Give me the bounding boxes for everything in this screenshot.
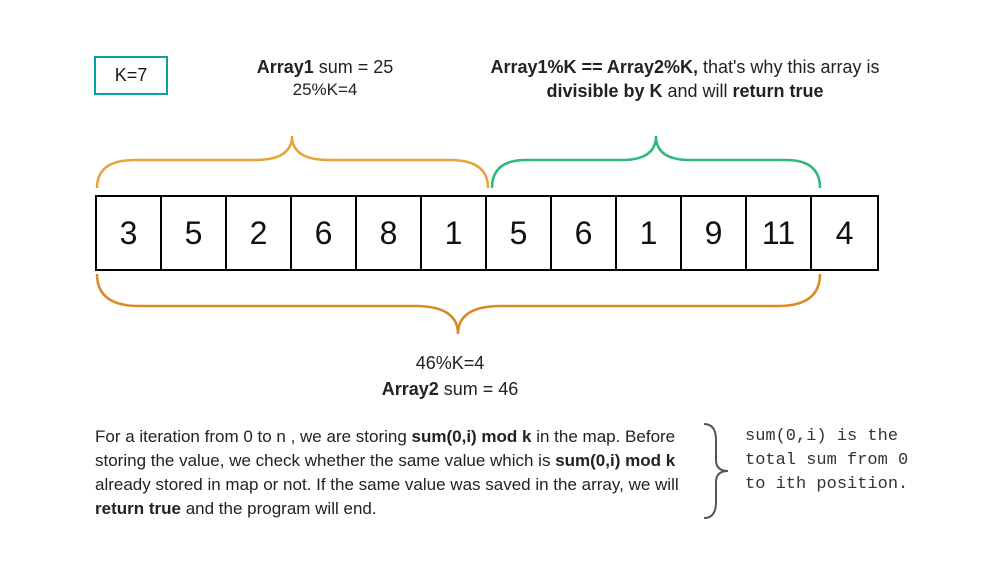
mod-equality-phrase-1: that's why this array is xyxy=(698,57,880,77)
array-row: 3 5 2 6 8 1 5 6 1 9 11 4 xyxy=(95,195,879,271)
array-cell: 1 xyxy=(617,197,682,269)
explain-part: already stored in map or not. If the sam… xyxy=(95,475,679,494)
array1-mod-text: 25%K=4 xyxy=(195,79,455,102)
explain-part: and the program will end. xyxy=(181,499,377,518)
brace-top-array2-segment xyxy=(490,130,822,190)
sidenote-sum-definition: sum(0,i) is the total sum from 0 to ith … xyxy=(745,425,935,497)
mod-equality-expr: Array1%K == Array2%K, xyxy=(491,57,698,77)
array1-sum-text: sum = 25 xyxy=(314,57,394,77)
k-value-box: K=7 xyxy=(94,56,168,95)
return-true-label: return true xyxy=(733,81,824,101)
array2-sum-text: sum = 46 xyxy=(439,379,519,399)
array2-mod-text: 46%K=4 xyxy=(260,350,640,376)
array-cell: 5 xyxy=(162,197,227,269)
modulo-equality-annotation: Array1%K == Array2%K, that's why this ar… xyxy=(470,55,900,104)
brace-top-array1 xyxy=(95,130,490,190)
array-cell: 4 xyxy=(812,197,877,269)
array2-sum-annotation: 46%K=4 Array2 sum = 46 xyxy=(260,350,640,402)
array-cell: 11 xyxy=(747,197,812,269)
brace-sidenote xyxy=(700,422,734,520)
divisible-by-k-label: divisible by K xyxy=(546,81,662,101)
explain-sum-mod-1: sum(0,i) mod k xyxy=(412,427,532,446)
explanation-paragraph: For a iteration from 0 to n , we are sto… xyxy=(95,425,685,522)
explain-return-true: return true xyxy=(95,499,181,518)
explain-sum-mod-2: sum(0,i) mod k xyxy=(555,451,675,470)
array2-label: Array2 xyxy=(382,379,439,399)
array1-label: Array1 xyxy=(257,57,314,77)
array-cell: 6 xyxy=(292,197,357,269)
k-value-label: K=7 xyxy=(115,65,148,86)
array-cell: 6 xyxy=(552,197,617,269)
mod-equality-phrase-2: and will xyxy=(663,81,733,101)
explain-part: For a iteration from 0 to n , we are sto… xyxy=(95,427,412,446)
array-cell: 2 xyxy=(227,197,292,269)
brace-bottom-array2 xyxy=(95,272,822,342)
array-cell: 3 xyxy=(97,197,162,269)
array-cell: 9 xyxy=(682,197,747,269)
array-cell: 5 xyxy=(487,197,552,269)
array1-sum-annotation: Array1 sum = 25 25%K=4 xyxy=(195,55,455,102)
array-cell: 8 xyxy=(357,197,422,269)
array-cell: 1 xyxy=(422,197,487,269)
